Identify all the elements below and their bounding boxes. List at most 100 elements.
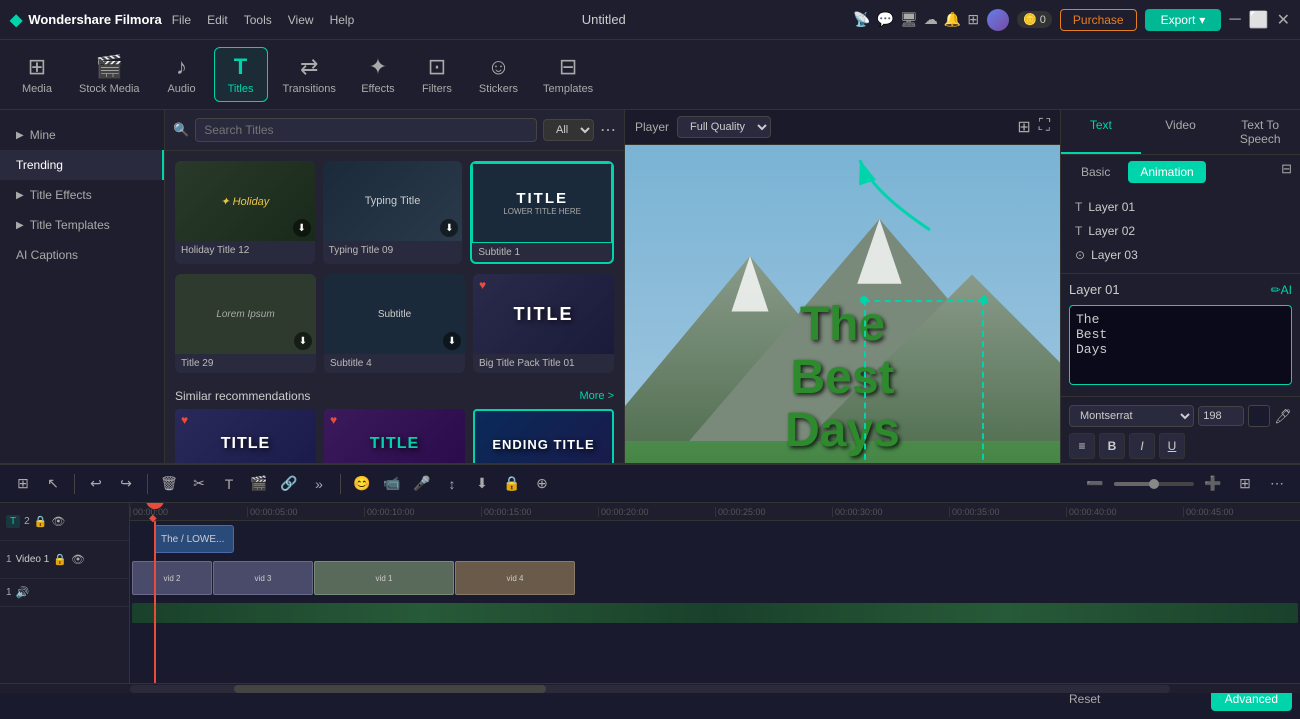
color-eyedropper-icon[interactable]: 🖊: [1274, 408, 1292, 425]
title-card-subtitle1[interactable]: TITLE LOWER TITLE HERE Subtitle 1: [470, 161, 614, 264]
scrollbar-thumb[interactable]: [234, 685, 546, 693]
collapse-icon[interactable]: ⊟: [1281, 161, 1292, 183]
tool-filters[interactable]: ⊡ Filters: [410, 48, 464, 101]
quality-select[interactable]: Full Quality: [677, 116, 771, 138]
title-card-subtitle4[interactable]: Subtitle ⬇ Subtitle 4: [324, 274, 465, 373]
vid-clip-1[interactable]: vid 1: [314, 561, 454, 595]
timeline-group-icon[interactable]: ⊞: [10, 471, 36, 497]
emoji-button[interactable]: 😊: [349, 471, 375, 497]
zoom-in-button[interactable]: ➕: [1200, 471, 1226, 497]
grid-toggle[interactable]: ⊞: [1232, 471, 1258, 497]
ai-edit-icon[interactable]: ✏AI: [1271, 283, 1292, 297]
track-lock-icon[interactable]: 🔒: [34, 515, 48, 528]
audio-rec-button[interactable]: 🎤: [409, 471, 435, 497]
zoom-thumb[interactable]: [1149, 479, 1159, 489]
tab-video[interactable]: Video: [1141, 110, 1221, 154]
audio-mute-icon[interactable]: 🔊: [16, 586, 30, 599]
layer-item-01[interactable]: T Layer 01: [1069, 195, 1292, 219]
download-icon-2[interactable]: ⬇: [440, 219, 458, 237]
more-options-icon[interactable]: ⋯: [600, 120, 616, 140]
topbar-icon-6[interactable]: ⊞: [967, 11, 979, 28]
menu-edit[interactable]: Edit: [207, 13, 228, 27]
zoom-slider[interactable]: [1114, 482, 1194, 486]
align-left-icon[interactable]: ≡: [1069, 433, 1095, 459]
tool-titles[interactable]: T Titles: [214, 47, 268, 102]
text-button[interactable]: T: [216, 471, 242, 497]
layer-item-02[interactable]: T Layer 02: [1069, 219, 1292, 243]
sidebar-item-trending[interactable]: Trending: [0, 150, 164, 180]
timeline-btn-1[interactable]: ↕: [439, 471, 465, 497]
more-options[interactable]: ⋯: [1264, 471, 1290, 497]
download-icon[interactable]: ⬇: [293, 219, 311, 237]
topbar-icon-5[interactable]: 🔔: [944, 11, 961, 28]
menu-view[interactable]: View: [288, 13, 314, 27]
title-card-big-title[interactable]: ♥ TITLE Big Title Pack Title 01: [473, 274, 614, 373]
sidebar-item-ai-captions[interactable]: AI Captions: [0, 240, 164, 270]
fullscreen-icon[interactable]: ⛶: [1039, 117, 1050, 137]
track-lock-1-icon[interactable]: 🔒: [53, 553, 67, 566]
tool-effects[interactable]: ✦ Effects: [351, 48, 405, 101]
grid-view-icon[interactable]: ⊞: [1017, 117, 1030, 137]
layer-01-textarea[interactable]: The Best Days: [1069, 305, 1292, 385]
more-link[interactable]: More >: [579, 390, 614, 402]
tool-media[interactable]: ⊞ Media: [10, 48, 64, 101]
italic-button[interactable]: I: [1129, 433, 1155, 459]
underline-button[interactable]: U: [1159, 433, 1185, 459]
tool-transitions[interactable]: ⇄ Transitions: [273, 48, 346, 101]
bold-button[interactable]: B: [1099, 433, 1125, 459]
expand-button[interactable]: »: [306, 471, 332, 497]
purchase-button[interactable]: Purchase: [1060, 9, 1137, 31]
tool-templates[interactable]: ⊟ Templates: [533, 48, 603, 101]
topbar-icon-3[interactable]: 🖥: [900, 11, 918, 28]
sidebar-item-title-effects[interactable]: ▶ Title Effects: [0, 180, 164, 210]
title-card-typing[interactable]: Typing Title ⬇ Typing Title 09: [323, 161, 463, 264]
sidebar-item-title-templates[interactable]: ▶ Title Templates: [0, 210, 164, 240]
vid-clip-2[interactable]: vid 2: [132, 561, 212, 595]
menu-help[interactable]: Help: [330, 13, 355, 27]
font-size-input[interactable]: [1198, 406, 1244, 426]
redo-button[interactable]: ↪: [113, 471, 139, 497]
menu-file[interactable]: File: [172, 13, 191, 27]
tool-audio[interactable]: ♪ Audio: [155, 48, 209, 101]
playhead[interactable]: ◆ ✕: [154, 521, 156, 683]
topbar-icon-4[interactable]: ☁: [924, 11, 938, 28]
link-button[interactable]: 🔗: [276, 471, 302, 497]
track-eye-1-icon[interactable]: 👁: [71, 553, 85, 566]
vid-clip-4[interactable]: vid 4: [455, 561, 575, 595]
export-button[interactable]: Export ▾: [1145, 9, 1222, 31]
title-card-holiday[interactable]: ✦ Holiday ⬇ Holiday Title 12: [175, 161, 315, 264]
download-icon-3[interactable]: ⬇: [294, 332, 312, 350]
topbar-icon-2[interactable]: 💬: [877, 11, 894, 28]
vid-clip-3[interactable]: vid 3: [213, 561, 313, 595]
window-minimize-icon[interactable]: ─: [1229, 11, 1240, 29]
layer-item-03[interactable]: ⊙ Layer 03: [1069, 243, 1292, 267]
menu-tools[interactable]: Tools: [244, 13, 272, 27]
zoom-out-button[interactable]: ➖: [1082, 471, 1108, 497]
topbar-icon-1[interactable]: 📡: [853, 11, 870, 28]
timeline-btn-4[interactable]: ⊕: [529, 471, 555, 497]
timeline-btn-2[interactable]: ⬇: [469, 471, 495, 497]
download-icon-4[interactable]: ⬇: [443, 332, 461, 350]
horizontal-scrollbar[interactable]: [0, 683, 1300, 693]
cut-button[interactable]: ✂: [186, 471, 212, 497]
color-picker[interactable]: [1248, 405, 1270, 427]
window-close-icon[interactable]: ✕: [1277, 10, 1290, 30]
anim-tab-animation[interactable]: Animation: [1128, 161, 1205, 183]
delete-button[interactable]: 🗑: [156, 471, 182, 497]
font-family-select[interactable]: Montserrat: [1069, 405, 1194, 427]
undo-button[interactable]: ↩: [83, 471, 109, 497]
tool-stickers[interactable]: ☺ Stickers: [469, 48, 528, 101]
timeline-select-icon[interactable]: ↖: [40, 471, 66, 497]
search-input[interactable]: [195, 118, 537, 142]
user-avatar[interactable]: [987, 9, 1009, 31]
handle-tl[interactable]: [860, 296, 868, 304]
title-card-title29[interactable]: Lorem Ipsum ⬇ Title 29: [175, 274, 316, 373]
window-maximize-icon[interactable]: ⬜: [1249, 10, 1269, 30]
anim-tab-basic[interactable]: Basic: [1069, 161, 1122, 183]
video-button[interactable]: 🎬: [246, 471, 272, 497]
camera-button[interactable]: 📹: [379, 471, 405, 497]
tab-text[interactable]: Text: [1061, 110, 1141, 154]
filter-select[interactable]: All: [543, 119, 594, 141]
tab-text-to-speech[interactable]: Text To Speech: [1220, 110, 1300, 154]
sidebar-item-mine[interactable]: ▶ Mine: [0, 120, 164, 150]
